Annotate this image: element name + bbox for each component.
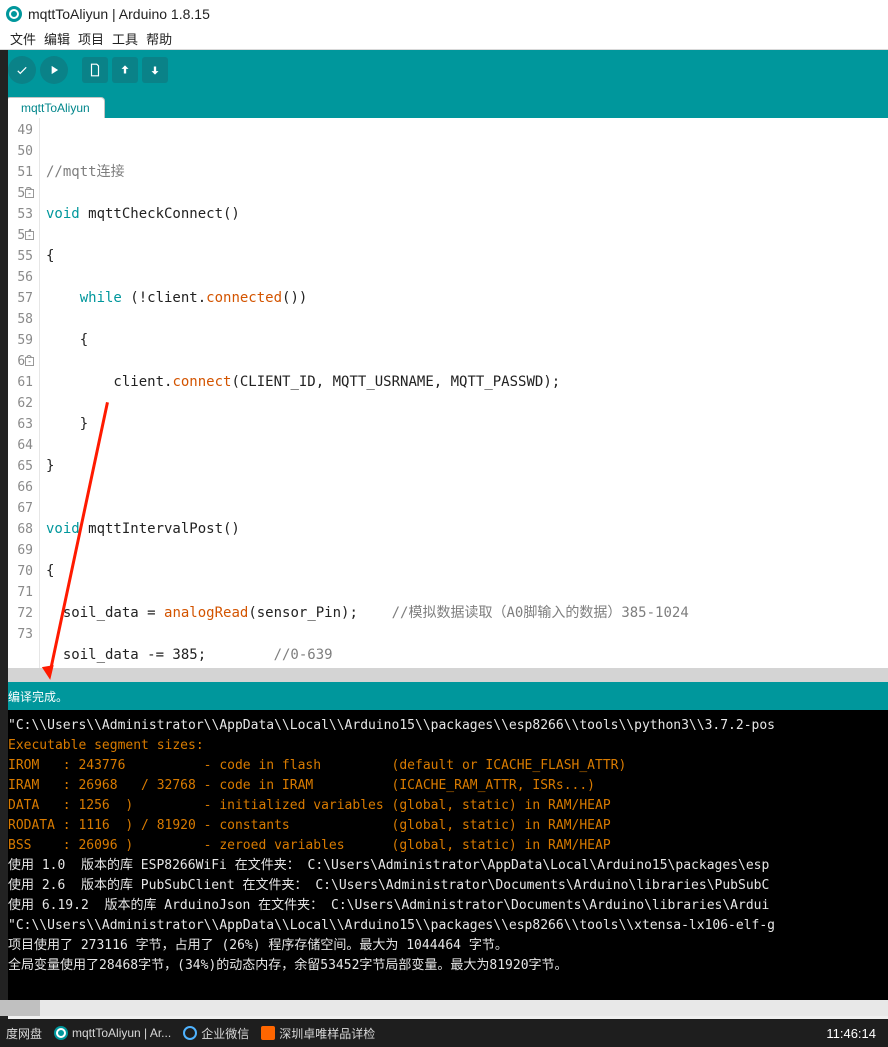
tab-sketch[interactable]: mqttToAliyun	[6, 97, 105, 118]
save-sketch-button[interactable]	[142, 57, 168, 83]
line-number: 62	[0, 393, 33, 414]
line-gutter: 49 50 51 52- 53 54- 55 56 57 58 59 60- 6…	[0, 118, 40, 668]
title-bar: mqttToAliyun | Arduino 1.8.15	[0, 0, 888, 28]
console-line: RODATA : 1116 ) / 81920 - constants (glo…	[8, 816, 880, 836]
console-line: Executable segment sizes:	[8, 736, 880, 756]
line-number: 58	[0, 309, 33, 330]
line-number: 57	[0, 288, 33, 309]
tab-bar: mqttToAliyun	[0, 90, 888, 118]
code-editor[interactable]: 49 50 51 52- 53 54- 55 56 57 58 59 60- 6…	[0, 118, 888, 668]
check-icon	[15, 63, 29, 77]
fold-icon[interactable]: -	[25, 189, 34, 198]
line-number: 72	[0, 603, 33, 624]
arrow-down-icon	[148, 63, 162, 77]
status-bar: 编译完成。	[0, 682, 888, 710]
arrow-right-icon	[47, 63, 61, 77]
console-line: "C:\\Users\\Administrator\\AppData\\Loca…	[8, 916, 880, 936]
menu-file[interactable]: 文件	[10, 29, 36, 48]
menu-bar: 文件 编辑 项目 工具 帮助	[0, 28, 888, 50]
line-number: 64	[0, 435, 33, 456]
arduino-logo-icon	[54, 1026, 68, 1040]
annotation-arrowhead	[42, 665, 56, 681]
console-line: IROM : 243776 - code in flash (default o…	[8, 756, 880, 776]
taskbar-item[interactable]: 度网盘	[6, 1025, 42, 1042]
menu-tools[interactable]: 工具	[112, 29, 138, 48]
wework-icon	[183, 1026, 197, 1040]
arduino-logo-icon	[6, 6, 22, 22]
console-line: BSS : 26096 ) - zeroed variables (global…	[8, 836, 880, 856]
line-number: 61	[0, 372, 33, 393]
os-taskbar: 度网盘 mqttToAliyun | Ar... 企业微信 深圳卓唯样品详检 1…	[0, 1019, 888, 1047]
taskbar-item-weixin[interactable]: 企业微信	[183, 1025, 249, 1042]
output-console[interactable]: "C:\\Users\\Administrator\\AppData\\Loca…	[0, 710, 888, 1000]
line-number: 50	[0, 141, 33, 162]
line-number: 55	[0, 246, 33, 267]
line-number: 73	[0, 624, 33, 645]
open-sketch-button[interactable]	[112, 57, 138, 83]
line-number: 71	[0, 582, 33, 603]
line-number: 52-	[0, 183, 33, 204]
console-line: 使用 1.0 版本的库 ESP8266WiFi 在文件夹： C:\Users\A…	[8, 856, 880, 876]
console-line: IRAM : 26968 / 32768 - code in IRAM (ICA…	[8, 776, 880, 796]
taskbar-clock[interactable]: 11:46:14	[826, 1026, 882, 1041]
editor-resize-handle[interactable]	[0, 668, 888, 682]
line-number: 49	[0, 120, 33, 141]
line-number: 56	[0, 267, 33, 288]
toolbar	[0, 50, 888, 90]
line-number: 60-	[0, 351, 33, 372]
file-icon	[88, 63, 102, 77]
window-title: mqttToAliyun | Arduino 1.8.15	[28, 6, 210, 22]
line-number: 65	[0, 456, 33, 477]
console-line: "C:\\Users\\Administrator\\AppData\\Loca…	[8, 716, 880, 736]
verify-button[interactable]	[8, 56, 36, 84]
line-number: 68	[0, 519, 33, 540]
code-area[interactable]: //mqtt连接 void mqttCheckConnect() { while…	[40, 118, 888, 668]
app-icon	[261, 1026, 275, 1040]
new-sketch-button[interactable]	[82, 57, 108, 83]
line-number: 59	[0, 330, 33, 351]
fold-icon[interactable]: -	[25, 357, 34, 366]
console-line: 全局变量使用了28468字节，(34%)的动态内存，余留53452字节局部变量。…	[8, 956, 880, 976]
arrow-up-icon	[118, 63, 132, 77]
menu-help[interactable]: 帮助	[146, 29, 172, 48]
horizontal-scrollbar[interactable]	[0, 1000, 888, 1016]
console-line: 使用 2.6 版本的库 PubSubClient 在文件夹： C:\Users\…	[8, 876, 880, 896]
line-number: 54-	[0, 225, 33, 246]
taskbar-item[interactable]: 深圳卓唯样品详检	[261, 1025, 375, 1042]
line-number: 53	[0, 204, 33, 225]
line-number: 63	[0, 414, 33, 435]
status-text: 编译完成。	[8, 688, 68, 705]
console-line: 项目使用了 273116 字节，占用了 (26%) 程序存储空间。最大为 104…	[8, 936, 880, 956]
console-line: 使用 6.19.2 版本的库 ArduinoJson 在文件夹： C:\User…	[8, 896, 880, 916]
menu-edit[interactable]: 编辑	[44, 29, 70, 48]
upload-button[interactable]	[40, 56, 68, 84]
scrollbar-thumb[interactable]	[0, 1000, 40, 1016]
line-number: 67	[0, 498, 33, 519]
console-line: DATA : 1256 ) - initialized variables (g…	[8, 796, 880, 816]
menu-sketch[interactable]: 项目	[78, 29, 104, 48]
line-number: 66	[0, 477, 33, 498]
taskbar-item-arduino[interactable]: mqttToAliyun | Ar...	[54, 1026, 171, 1040]
line-number: 51	[0, 162, 33, 183]
line-number: 70	[0, 561, 33, 582]
line-number: 69	[0, 540, 33, 561]
fold-icon[interactable]: -	[25, 231, 34, 240]
